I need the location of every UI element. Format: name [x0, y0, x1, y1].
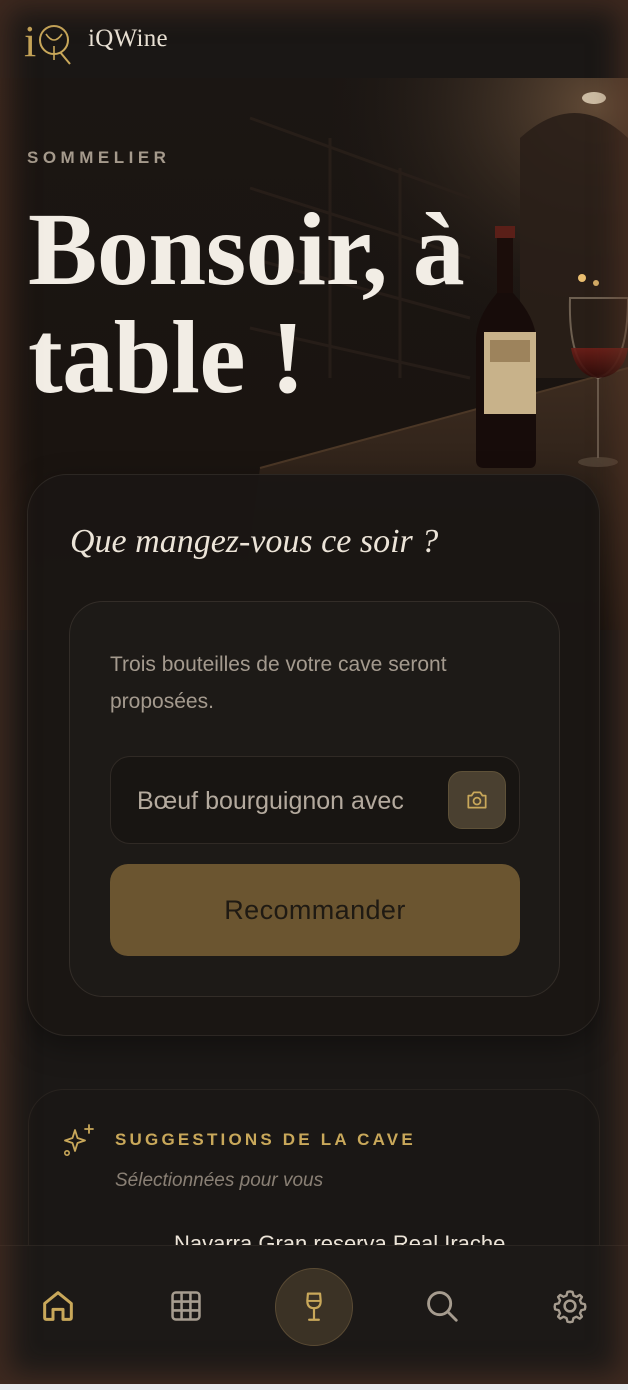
nav-settings[interactable]: [548, 1284, 592, 1328]
logo-icon: i: [24, 17, 71, 66]
meal-field: [110, 756, 520, 844]
search-icon: [427, 1291, 458, 1322]
suggestions-subtitle: Sélectionnées pour vous: [115, 1170, 324, 1191]
app-screen: i iQWine SOMMELIER Bonsoir, à table ! Qu…: [0, 0, 628, 1384]
nav-search[interactable]: [420, 1284, 464, 1328]
nav-cellar-grid[interactable]: [164, 1284, 208, 1328]
nav-sommelier[interactable]: [275, 1268, 353, 1346]
meal-question: Que mangez-vous ce soir ?: [70, 523, 439, 560]
meal-card: Que mangez-vous ce soir ? Trois bouteill…: [27, 474, 600, 1036]
sparkles-icon: [63, 1124, 94, 1156]
grid-icon: [171, 1291, 201, 1321]
brand-name: iQWine: [88, 25, 168, 52]
meal-form: Trois bouteilles de votre cave seront pr…: [69, 601, 560, 997]
nav-home[interactable]: [36, 1284, 80, 1328]
wine-glass-icon: [306, 1292, 322, 1321]
section-eyebrow: SOMMELIER: [27, 148, 171, 167]
home-icon: [43, 1291, 73, 1321]
app-header: i iQWine: [0, 0, 628, 78]
suggestions-title: SUGGESTIONS DE LA CAVE: [115, 1130, 416, 1149]
camera-button[interactable]: [448, 771, 506, 829]
camera-icon: [467, 791, 487, 809]
greeting-title: Bonsoir, à table !: [28, 192, 465, 415]
bottom-nav: [0, 1245, 628, 1384]
form-description: Trois bouteilles de votre cave seront pr…: [110, 653, 447, 713]
gear-icon: [553, 1290, 587, 1324]
svg-text:i: i: [24, 17, 36, 66]
recommend-button[interactable]: Recommander: [110, 864, 520, 956]
meal-input[interactable]: [137, 779, 437, 823]
